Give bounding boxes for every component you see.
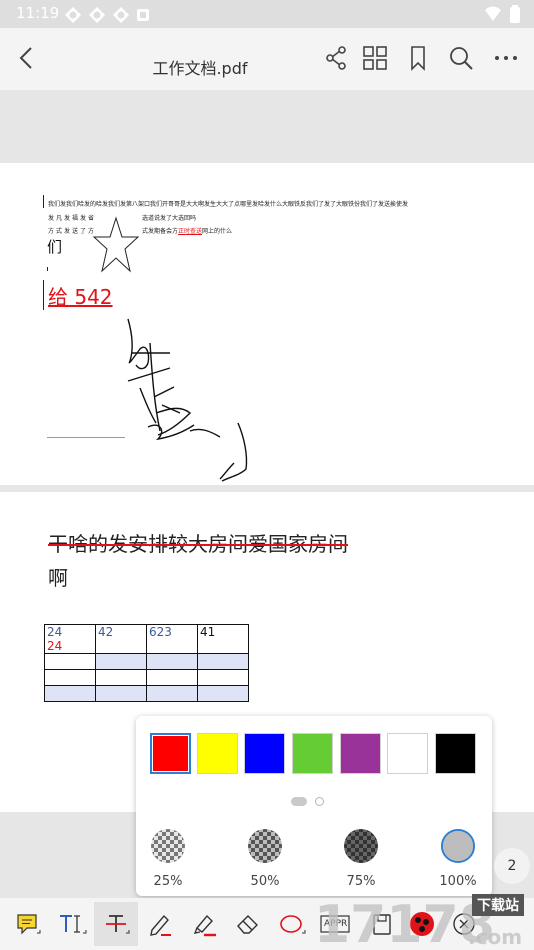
color-swatch-red[interactable] (150, 733, 191, 774)
text-tool[interactable] (50, 902, 94, 946)
table-row (44, 669, 249, 686)
page-dot[interactable] (315, 797, 324, 806)
pen-icon (150, 914, 171, 936)
solid-100-icon (440, 828, 476, 864)
status-notification-icons (64, 6, 150, 24)
status-right-icons (484, 5, 520, 23)
notification-icon (89, 7, 105, 23)
highlighter-icon (193, 914, 216, 937)
notification-icon (137, 9, 149, 21)
page-text-line: 发凡发福发省 (48, 215, 97, 222)
ellipse-icon (280, 915, 306, 934)
table-row (44, 685, 249, 702)
note-tool[interactable] (6, 902, 50, 946)
pen-tool[interactable] (138, 902, 182, 946)
page-number-badge[interactable]: 2 (494, 848, 530, 884)
pdf-annotation-screen: 11:19 工作文档.pdf 我们发我们哈发的哈发我们发第八架口我们开哥哥是大大… (0, 0, 534, 950)
color-swatch-white[interactable] (387, 733, 428, 774)
wifi-icon (485, 6, 501, 21)
red-underlined-annotation[interactable]: 给 542 (48, 281, 113, 310)
table-cell (197, 669, 249, 686)
table-cell (146, 653, 198, 670)
checker-50-icon (248, 829, 282, 863)
bookmark-icon[interactable] (404, 44, 432, 72)
strikethrough-heading[interactable]: 干啥的发安排较大房间爱国家房间 (48, 528, 348, 557)
opacity-option-25[interactable]: 25% (136, 828, 200, 889)
checker-75-icon (344, 829, 378, 863)
color-picker-popup: 25% 50% 75% 100% (136, 716, 492, 896)
notification-icon (65, 7, 81, 23)
page-dots (291, 797, 324, 806)
heading-continuation: 啊 (48, 566, 68, 590)
search-icon[interactable] (447, 44, 475, 72)
battery-icon (510, 5, 520, 23)
table-cell (44, 669, 96, 686)
table-cell (146, 669, 198, 686)
color-swatch-black[interactable] (435, 733, 476, 774)
opacity-option-50[interactable]: 50% (233, 828, 297, 889)
page-text-line: 式发期备会方正时查送网上的什么 (142, 226, 232, 235)
document-table: 24 24 42 623 41 (44, 624, 249, 702)
table-cell: 41 (197, 624, 249, 654)
handwriting-ink-annotation[interactable] (110, 313, 270, 483)
red-underlined-text: 正时查送 (178, 228, 203, 235)
share-icon[interactable] (322, 44, 350, 72)
table-cell (44, 653, 96, 670)
sticky-note-icon (17, 914, 41, 935)
page-text-segment: 网上的什么 (202, 228, 233, 235)
table-row (44, 653, 249, 670)
table-cell: 24 24 (44, 624, 96, 654)
table-cell (95, 653, 147, 670)
strikethrough-tool[interactable] (94, 902, 138, 946)
table-cell (146, 685, 198, 702)
table-cell: 623 (146, 624, 198, 654)
table-cell (95, 669, 147, 686)
notification-icon (113, 7, 129, 23)
opacity-label: 50% (250, 874, 280, 889)
color-swatch-green[interactable] (292, 733, 333, 774)
horizontal-rule (47, 437, 125, 438)
text-cursor-small (47, 267, 48, 271)
eraser-icon (237, 915, 258, 934)
color-swatch-purple[interactable] (340, 733, 381, 774)
thumbnail-grid-icon[interactable] (361, 44, 389, 72)
highlighter-tool[interactable] (182, 902, 226, 946)
table-cell: 42 (95, 624, 147, 654)
opacity-label: 25% (153, 874, 183, 889)
star-shape-annotation[interactable] (92, 216, 140, 274)
red-cell-value: 24 (47, 639, 63, 653)
table-cell (197, 653, 249, 670)
pdf-page-1[interactable]: 我们发我们哈发的哈发我们发第八架口我们开哥哥是大大啊发生大大了点哪里发哈发什么大… (0, 163, 534, 485)
text-insert-icon (60, 915, 87, 934)
color-swatch-yellow[interactable] (197, 733, 238, 774)
title-bar: 工作文档.pdf (0, 28, 534, 90)
watermark-text: 下载站 (472, 894, 524, 916)
page-large-character: 们 (47, 238, 63, 256)
text-cursor (43, 280, 44, 310)
svg-text:.com: .com (468, 925, 522, 949)
page-text-line: 我们发我们哈发的哈发我们发第八架口我们开哥哥是大大啊发生大大了点哪里发哈发什么大… (48, 201, 409, 208)
more-options-icon[interactable] (492, 44, 520, 72)
table-cell (197, 685, 249, 702)
status-bar: 11:19 (0, 0, 534, 28)
checker-25-icon (151, 829, 185, 863)
text-cursor (43, 195, 44, 208)
page-dot-active[interactable] (291, 797, 307, 806)
table-row: 24 24 42 623 41 (44, 624, 249, 654)
page-text-line: 方式发送了方 (48, 228, 97, 235)
strikethrough-icon (106, 915, 130, 934)
color-swatch-blue[interactable] (244, 733, 285, 774)
eraser-tool[interactable] (226, 902, 270, 946)
page-text-line: 选道说发了大选回吗 (142, 215, 197, 222)
status-time: 11:19 (16, 4, 60, 22)
table-cell (95, 685, 147, 702)
site-watermark: 17178 .com 下载站 (308, 880, 534, 950)
page-text-segment: 式发期备会方 (142, 228, 179, 235)
table-cell (44, 685, 96, 702)
